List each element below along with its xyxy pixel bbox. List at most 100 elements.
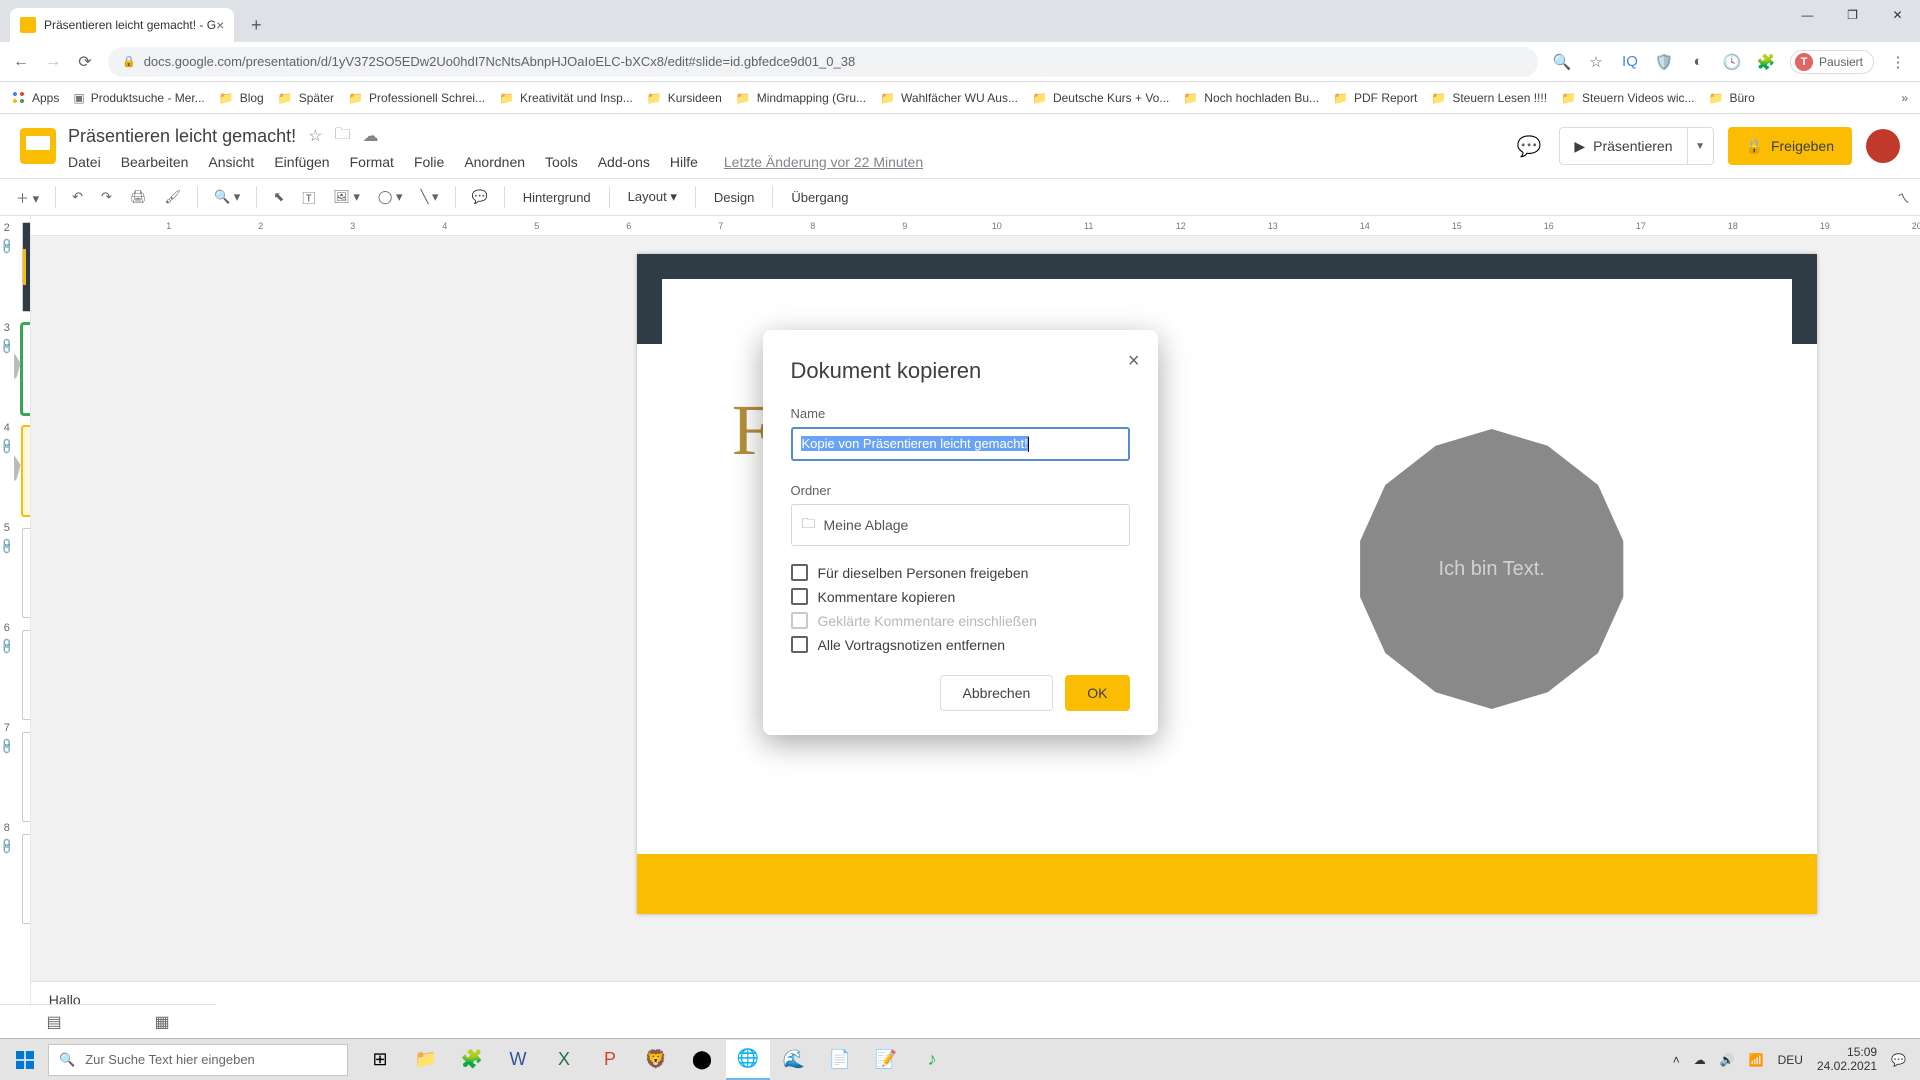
grid-view-icon[interactable]: ▦ xyxy=(154,1012,169,1032)
extension-circle-icon[interactable]: ◐ xyxy=(1688,52,1708,72)
bookmark-item[interactable]: 📁PDF Report xyxy=(1333,91,1417,105)
present-dropdown-icon[interactable]: ▼ xyxy=(1687,128,1713,164)
spotify-icon[interactable]: ♪ xyxy=(910,1040,954,1080)
word-icon[interactable]: W xyxy=(496,1040,540,1080)
bookmark-item[interactable]: 📁Später xyxy=(278,91,334,105)
speaker-notes[interactable]: Hallo ✦ xyxy=(31,981,1920,1031)
window-minimize-button[interactable]: — xyxy=(1785,0,1830,30)
paint-format-button[interactable]: 🖌 xyxy=(158,185,187,209)
redo-button[interactable]: ↷ xyxy=(95,185,118,209)
bookmark-item[interactable]: 📁Blog xyxy=(219,91,264,105)
chrome-icon[interactable]: 🌐 xyxy=(726,1040,770,1080)
bookmark-item[interactable]: 📁Mindmapping (Gru... xyxy=(736,91,866,105)
design-button[interactable]: Design xyxy=(706,186,762,209)
bookmark-item[interactable]: 📁Wahlfächer WU Aus... xyxy=(880,91,1018,105)
tray-language[interactable]: DEU xyxy=(1778,1053,1803,1067)
extension-blocker-icon[interactable]: 🛡️ xyxy=(1654,52,1674,72)
chrome-menu-icon[interactable]: ⋮ xyxy=(1888,52,1908,72)
slide-thumbnail[interactable]: 7 ✕ xyxy=(22,324,31,414)
slide-thumbnail[interactable] xyxy=(22,834,31,924)
star-icon[interactable]: ☆ xyxy=(1586,52,1606,72)
image-button[interactable]: 🖼 ▾ xyxy=(327,185,366,209)
bookmark-item[interactable]: 📁Büro xyxy=(1709,91,1755,105)
checkbox-share-same[interactable]: Für dieselben Personen freigeben xyxy=(791,564,1130,581)
print-button[interactable]: 🖨 xyxy=(124,185,153,209)
collapse-toolbar-icon[interactable]: ㄟ xyxy=(1897,188,1910,207)
start-button[interactable] xyxy=(4,1040,46,1080)
comment-button[interactable]: 💬 xyxy=(466,185,494,209)
slide-thumbnail[interactable] xyxy=(22,630,31,720)
cancel-button[interactable]: Abbrechen xyxy=(940,675,1054,711)
last-edit-link[interactable]: Letzte Änderung vor 22 Minuten xyxy=(724,154,923,170)
tray-notifications-icon[interactable]: 💬 xyxy=(1891,1053,1906,1067)
tray-expand-icon[interactable]: ˄ xyxy=(1673,1053,1680,1067)
window-maximize-button[interactable]: ❐ xyxy=(1830,0,1875,30)
tray-wifi-icon[interactable]: 📶 xyxy=(1749,1053,1764,1067)
obs-icon[interactable]: ⬤ xyxy=(680,1040,724,1080)
zoom-icon[interactable]: 🔍 xyxy=(1552,52,1572,72)
profile-chip[interactable]: T Pausiert xyxy=(1790,50,1874,74)
new-slide-button[interactable]: ＋ ▾ xyxy=(10,184,45,211)
shape-button[interactable]: ◯ ▾ xyxy=(372,185,409,209)
taskbar-app-icon[interactable]: 🧩 xyxy=(450,1040,494,1080)
bookmark-item[interactable]: 📁Steuern Videos wic... xyxy=(1561,91,1694,105)
checkbox-remove-notes[interactable]: Alle Vortragsnotizen entfernen xyxy=(791,636,1130,653)
extension-io-icon[interactable]: IQ xyxy=(1620,52,1640,72)
menu-format[interactable]: Format xyxy=(350,154,394,170)
taskbar-app-icon[interactable]: 📄 xyxy=(818,1040,862,1080)
bookmark-item[interactable]: 📁Noch hochladen Bu... xyxy=(1183,91,1319,105)
folder-picker[interactable]: 🗀 Meine Ablage xyxy=(791,504,1130,546)
tray-volume-icon[interactable]: 🔊 xyxy=(1720,1053,1735,1067)
bookmark-item[interactable]: 📁Kreativität und Insp... xyxy=(499,91,633,105)
edge-icon[interactable]: 🌊 xyxy=(772,1040,816,1080)
zoom-button[interactable]: 🔍 ▾ xyxy=(208,185,246,209)
bookmark-overflow-icon[interactable]: » xyxy=(1901,91,1908,105)
close-tab-icon[interactable]: × xyxy=(216,17,224,33)
slide-thumbnail-current[interactable]: 7 ✕ xyxy=(22,426,31,516)
filmstrip-view-icon[interactable]: ▤ xyxy=(46,1012,61,1032)
name-input[interactable]: Kopie von Präsentieren leicht gemacht! xyxy=(791,427,1130,461)
comments-icon[interactable]: 💬 xyxy=(1513,130,1545,162)
bookmark-item[interactable]: 📁Kursideen xyxy=(647,91,722,105)
nav-reload-icon[interactable]: ⟳ xyxy=(76,52,94,72)
tray-clock[interactable]: 15:09 24.02.2021 xyxy=(1817,1046,1877,1074)
document-title[interactable]: Präsentieren leicht gemacht! xyxy=(68,126,296,147)
transition-button[interactable]: Übergang xyxy=(783,186,856,209)
layout-button[interactable]: Layout ▾ xyxy=(620,185,685,209)
notepad-icon[interactable]: 📝 xyxy=(864,1040,908,1080)
menu-arrange[interactable]: Anordnen xyxy=(464,154,525,170)
bookmark-item[interactable]: 📁Professionell Schrei... xyxy=(348,91,485,105)
slide-thumbnail[interactable] xyxy=(22,732,31,822)
move-document-icon[interactable]: 🗀 xyxy=(334,123,350,150)
brave-icon[interactable]: 🦁 xyxy=(634,1040,678,1080)
background-button[interactable]: Hintergrund xyxy=(515,186,599,209)
menu-addons[interactable]: Add-ons xyxy=(598,154,650,170)
undo-button[interactable]: ↶ xyxy=(66,185,89,209)
excel-icon[interactable]: X xyxy=(542,1040,586,1080)
present-button[interactable]: ▶Präsentieren ▼ xyxy=(1559,127,1713,165)
new-tab-button[interactable]: + xyxy=(242,11,270,39)
slide-thumbnail[interactable] xyxy=(22,528,31,618)
checkbox-copy-comments[interactable]: Kommentare kopieren xyxy=(791,588,1130,605)
account-avatar[interactable] xyxy=(1866,129,1900,163)
menu-insert[interactable]: Einfügen xyxy=(274,154,329,170)
task-view-icon[interactable]: ⊞ xyxy=(358,1040,402,1080)
star-document-icon[interactable]: ☆ xyxy=(308,126,322,146)
ok-button[interactable]: OK xyxy=(1065,675,1129,711)
bookmark-item[interactable]: ▣Produktsuche - Mer... xyxy=(73,91,204,105)
powerpoint-icon[interactable]: P xyxy=(588,1040,632,1080)
menu-view[interactable]: Ansicht xyxy=(208,154,254,170)
slide-thumbnail[interactable] xyxy=(22,222,31,312)
explorer-icon[interactable]: 📁 xyxy=(404,1040,448,1080)
menu-tools[interactable]: Tools xyxy=(545,154,578,170)
nav-back-icon[interactable]: ← xyxy=(12,53,30,71)
browser-tab[interactable]: Präsentieren leicht gemacht! - G × xyxy=(10,8,234,42)
cloud-status-icon[interactable]: ☁ xyxy=(362,126,378,146)
select-tool-button[interactable]: ⬉ xyxy=(267,185,290,209)
menu-file[interactable]: Datei xyxy=(68,154,101,170)
line-button[interactable]: ╲ ▾ xyxy=(415,185,445,209)
slides-logo-icon[interactable] xyxy=(20,128,56,164)
menu-edit[interactable]: Bearbeiten xyxy=(121,154,189,170)
extensions-puzzle-icon[interactable]: 🧩 xyxy=(1756,52,1776,72)
bookmark-apps[interactable]: Apps xyxy=(12,91,59,105)
